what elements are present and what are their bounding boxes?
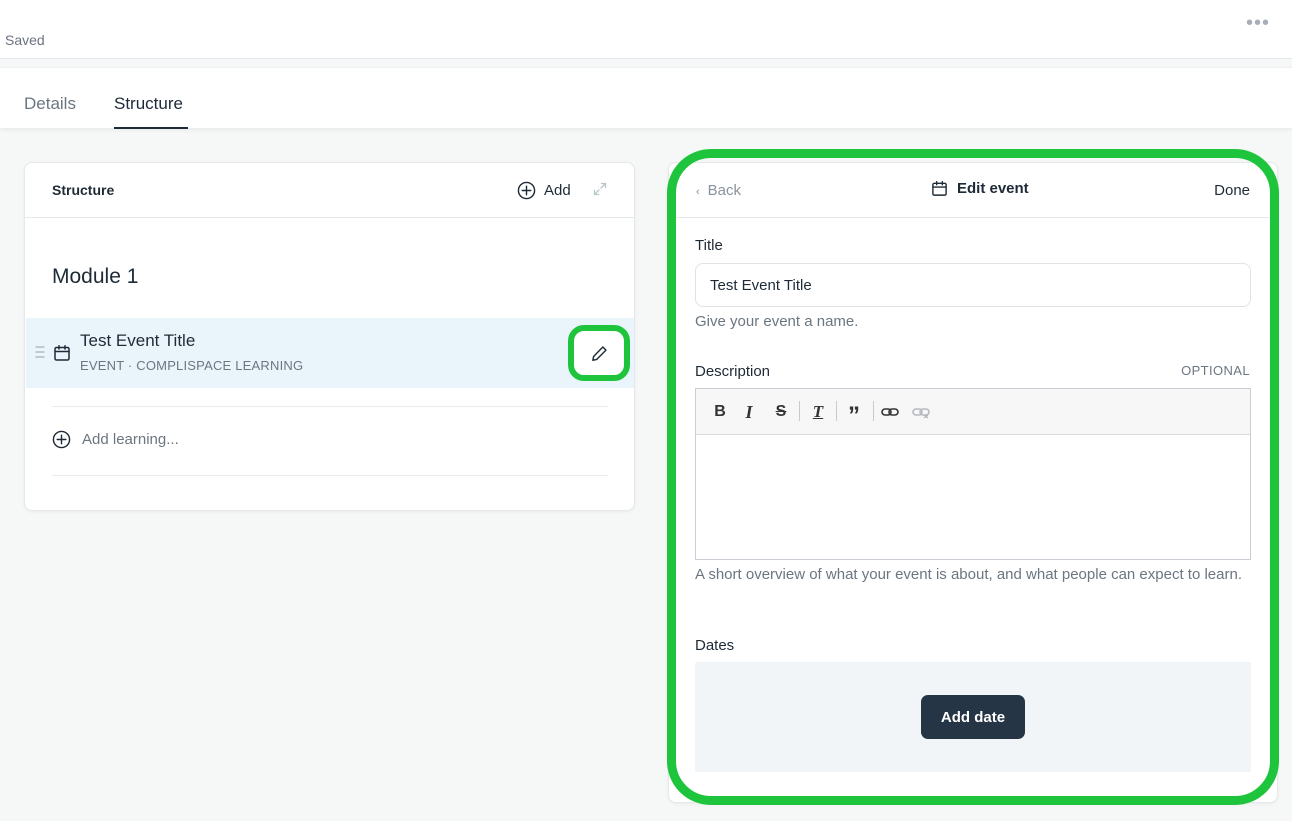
edit-event-button[interactable] — [568, 325, 630, 381]
dates-section: Add date — [695, 662, 1251, 772]
structure-panel-header: Structure Add — [25, 163, 634, 218]
chevron-left-icon: ‹ — [696, 186, 700, 198]
calendar-icon — [932, 180, 947, 196]
edit-event-header: ‹ Back Edit event Done — [669, 163, 1277, 218]
event-title: Test Event Title — [80, 331, 196, 350]
divider — [52, 475, 608, 476]
event-subtitle: EVENT · COMPLISPACE LEARNING — [80, 358, 304, 373]
dates-label: Dates — [695, 637, 735, 654]
structure-panel: Structure Add Module 1 Test Event Title … — [24, 162, 635, 511]
structure-panel-title: Structure — [52, 182, 115, 198]
back-link[interactable]: ‹ Back — [696, 182, 741, 199]
edit-event-title: Edit event — [957, 180, 1029, 197]
description-textarea[interactable] — [696, 435, 1250, 559]
done-button[interactable]: Done — [1214, 182, 1250, 199]
drag-handle-icon[interactable] — [35, 345, 45, 359]
toolbar-separator — [873, 401, 874, 421]
strikethrough-icon[interactable]: S — [773, 401, 789, 423]
link-icon[interactable] — [881, 401, 899, 423]
back-label: Back — [707, 182, 742, 199]
tab-details[interactable]: Details — [24, 94, 76, 114]
bold-icon[interactable]: B — [712, 401, 728, 423]
top-bar: Saved ••• — [0, 0, 1292, 59]
description-hint: A short overview of what your event is a… — [695, 566, 1242, 583]
tab-structure[interactable]: Structure — [114, 94, 183, 114]
module-title: Module 1 — [52, 265, 139, 288]
plus-circle-icon — [517, 181, 536, 199]
calendar-icon — [54, 345, 70, 361]
expand-icon[interactable] — [592, 181, 608, 197]
add-date-button[interactable]: Add date — [921, 695, 1025, 739]
title-input[interactable] — [695, 263, 1251, 307]
unlink-icon[interactable] — [912, 401, 930, 423]
tabs-bar: Details Structure — [0, 67, 1292, 129]
editor-toolbar: B I S T ” — [696, 389, 1250, 435]
save-status: Saved — [5, 32, 45, 48]
plus-circle-icon — [52, 430, 71, 449]
description-editor: B I S T ” — [695, 388, 1251, 560]
remove-format-icon[interactable]: T — [808, 401, 828, 423]
edit-event-panel: ‹ Back Edit event Done Title Give your ev… — [668, 162, 1278, 803]
toolbar-separator — [799, 401, 800, 421]
pencil-icon — [591, 345, 607, 361]
description-label: Description — [695, 363, 771, 380]
blockquote-icon[interactable]: ” — [844, 401, 864, 429]
add-learning-button[interactable]: Add learning... — [52, 430, 179, 449]
add-learning-label: Add learning... — [82, 431, 179, 448]
toolbar-separator — [836, 401, 837, 421]
event-list-item[interactable]: Test Event Title EVENT · COMPLISPACE LEA… — [26, 318, 634, 388]
divider — [52, 406, 608, 407]
optional-label: OPTIONAL — [1181, 363, 1250, 378]
more-options-icon[interactable]: ••• — [1246, 12, 1270, 35]
add-button-label: Add — [544, 181, 571, 199]
add-button[interactable]: Add — [517, 179, 571, 201]
active-tab-indicator — [114, 127, 188, 129]
edit-event-heading: Edit event — [931, 180, 1029, 197]
title-label: Title — [695, 237, 723, 254]
italic-icon[interactable]: I — [741, 401, 757, 423]
title-hint: Give your event a name. — [695, 313, 859, 330]
